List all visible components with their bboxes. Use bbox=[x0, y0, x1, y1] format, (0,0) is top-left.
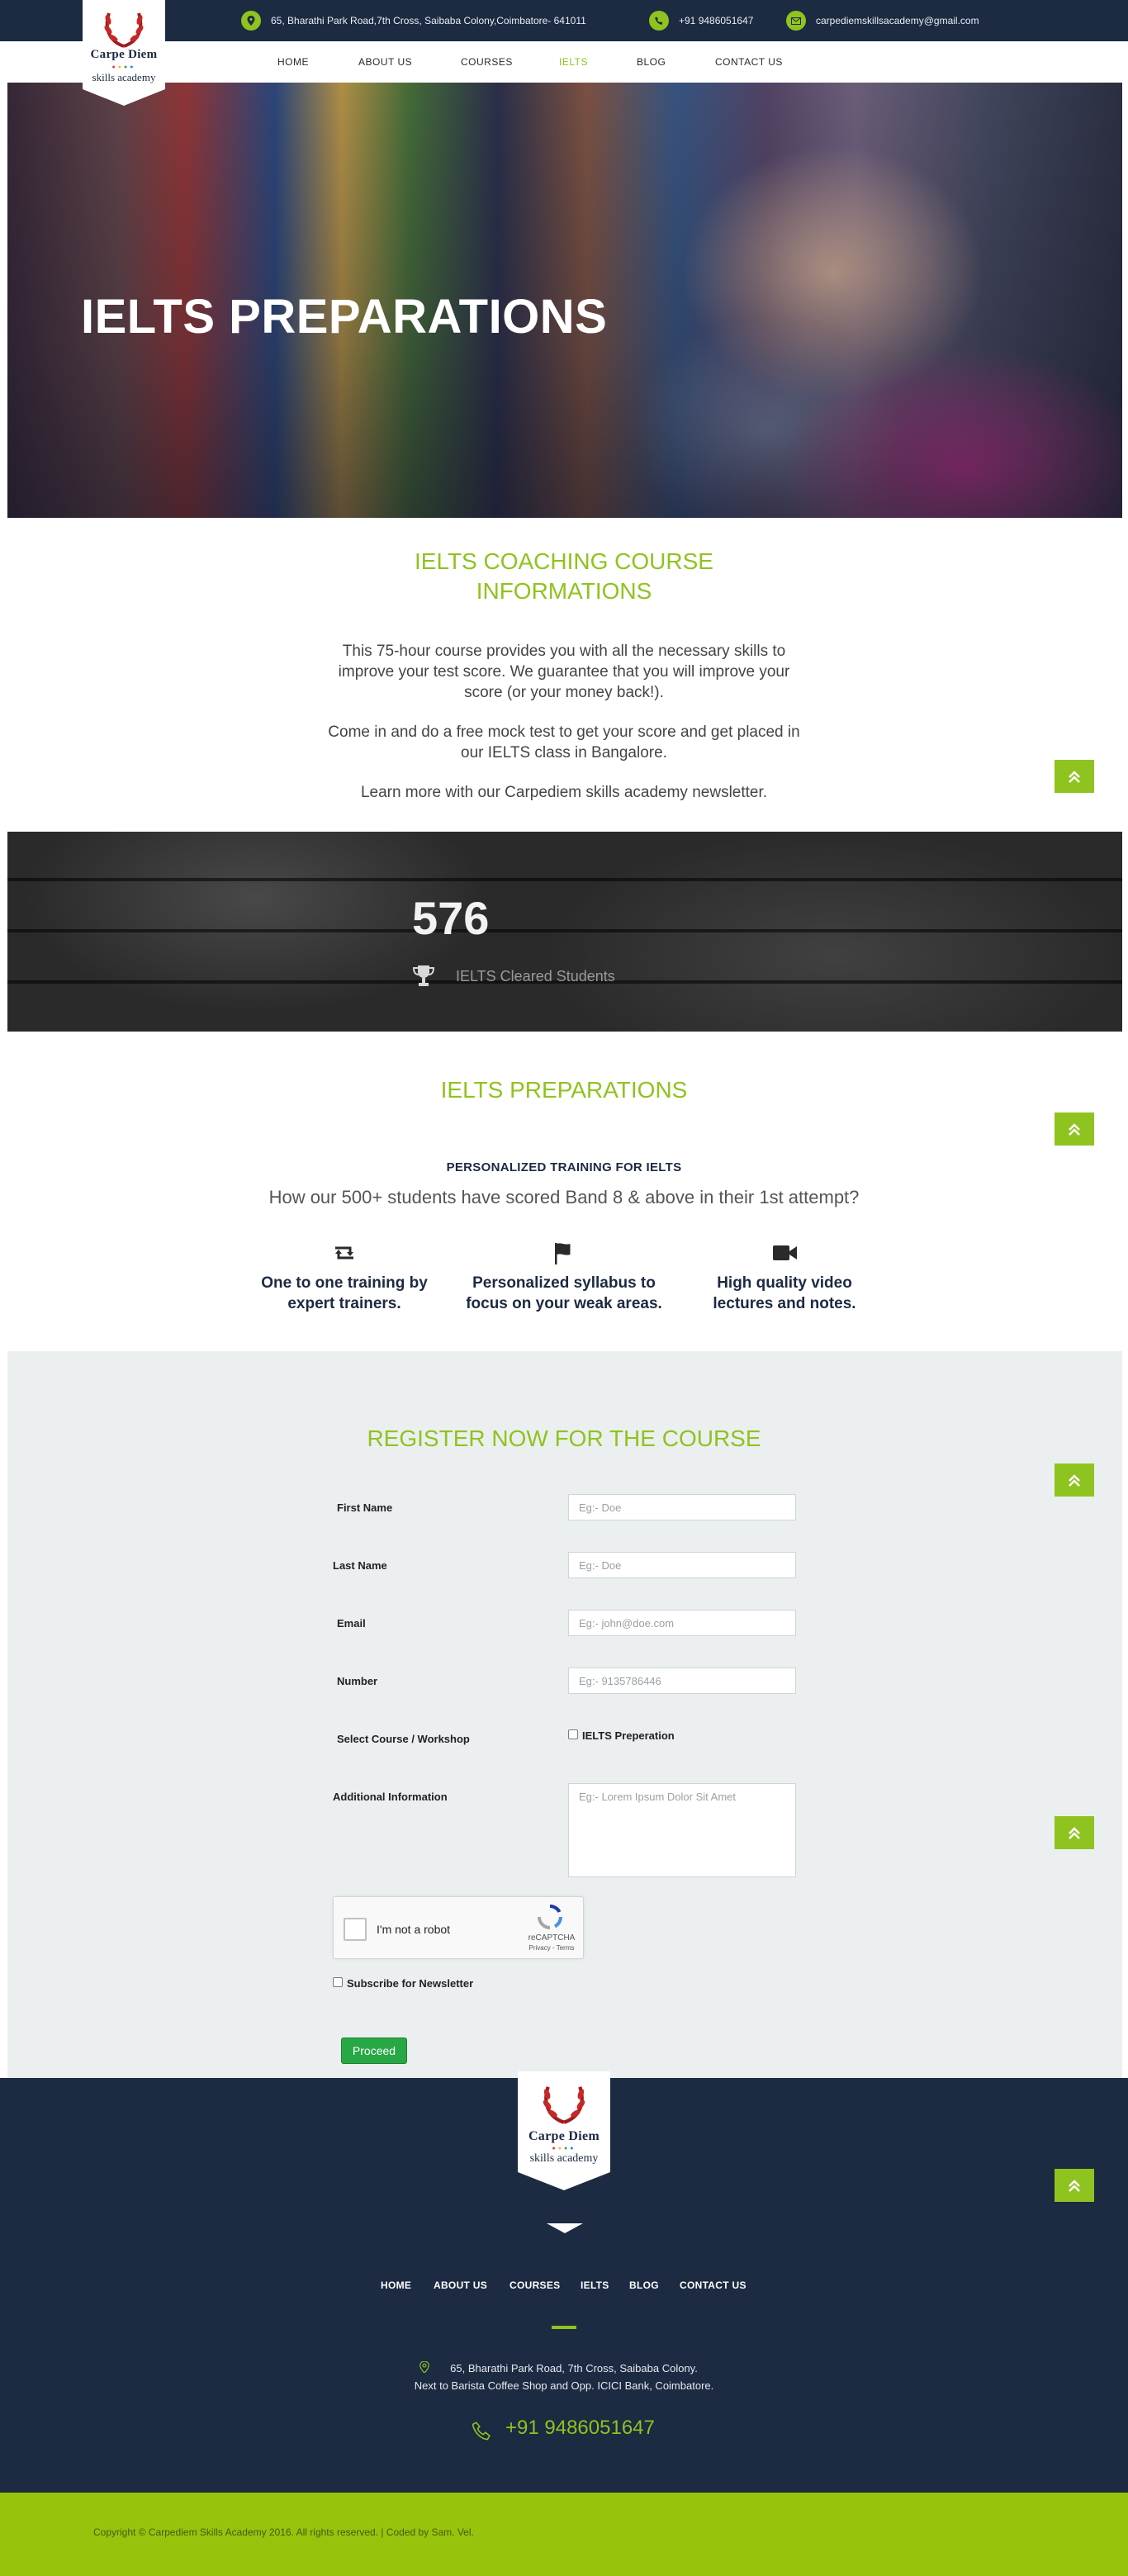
laurel-icon bbox=[543, 2086, 585, 2124]
copyright-bar: Copyright © Carpediem Skills Academy 201… bbox=[0, 2493, 1128, 2576]
course-select-label: Select Course / Workshop bbox=[337, 1733, 470, 1745]
scroll-to-top-button[interactable] bbox=[1055, 1464, 1094, 1497]
number-label: Number bbox=[337, 1675, 378, 1687]
students-counter: 576 IELTS Cleared Students bbox=[7, 832, 1122, 1032]
preparations-question: How our 500+ students have scored Band 8… bbox=[268, 1187, 860, 1207]
nav-blog[interactable]: BLOG bbox=[637, 41, 666, 83]
email-icon bbox=[786, 11, 806, 31]
site-logo[interactable]: Carpe Diem ●●●● skills academy bbox=[83, 0, 165, 106]
footer-nav-courses[interactable]: COURSES bbox=[509, 2277, 560, 2294]
double-chevron-up-icon bbox=[1069, 1827, 1080, 1839]
feature-text: One to one training by expert trainers. bbox=[261, 1274, 428, 1312]
footer-accent-bar bbox=[552, 2326, 576, 2329]
last-name-input[interactable] bbox=[568, 1552, 796, 1578]
course-info-paragraph-2: Come in and do a free mock test to get y… bbox=[328, 723, 800, 761]
nav-contact-us[interactable]: CONTACT US bbox=[715, 41, 783, 83]
counter-label: IELTS Cleared Students bbox=[456, 968, 615, 984]
footer-nav-about-us[interactable]: ABOUT US bbox=[434, 2277, 487, 2294]
additional-info-label: Additional Information bbox=[333, 1791, 448, 1803]
footer-nav-contact-us[interactable]: CONTACT US bbox=[680, 2277, 746, 2294]
scroll-to-top-button[interactable] bbox=[1055, 2169, 1094, 2202]
course-info-paragraph-3: Learn more with our Carpediem skills aca… bbox=[360, 784, 768, 801]
address-text: 65, Bharathi Park Road,7th Cross, Saibab… bbox=[271, 15, 586, 26]
scroll-to-top-button[interactable] bbox=[1055, 1112, 1094, 1146]
first-name-input[interactable] bbox=[568, 1494, 796, 1520]
footer-logo[interactable]: Carpe Diem ●●●● skills academy bbox=[518, 2071, 610, 2191]
logo-dots: ●●●● bbox=[552, 2146, 576, 2151]
top-info-bar: 65, Bharathi Park Road,7th Cross, Saibab… bbox=[0, 0, 1128, 41]
email-input[interactable] bbox=[568, 1610, 796, 1636]
footer-divider-arrow bbox=[547, 2223, 583, 2233]
feature-personalized-syllabus: Personalized syllabus to focus on your w… bbox=[465, 1241, 663, 1314]
logo-title: Carpe Diem bbox=[528, 2129, 600, 2143]
hero-banner: IELTS PREPARATIONS bbox=[7, 83, 1122, 518]
copyright-text: Copyright © Carpediem Skills Academy 201… bbox=[93, 2526, 474, 2538]
laurel-icon bbox=[104, 12, 144, 48]
course-info-title: IELTS COACHING COURSE INFORMATIONS bbox=[415, 548, 713, 604]
phone-icon bbox=[472, 2422, 491, 2441]
video-camera-icon bbox=[773, 1245, 797, 1260]
topbar-email[interactable]: carpediemskillsacademy@gmail.com bbox=[786, 0, 979, 41]
nav-about-us[interactable]: ABOUT US bbox=[358, 41, 412, 83]
logo-subtitle: skills academy bbox=[92, 71, 156, 83]
ielts-preparation-option: IELTS Preperation bbox=[582, 1729, 675, 1742]
footer-address-line-1: 65, Bharathi Park Road, 7th Cross, Saiba… bbox=[450, 2362, 698, 2374]
logo-dots: ●●●● bbox=[111, 64, 136, 70]
register-section bbox=[7, 1351, 1122, 2078]
nav-home[interactable]: HOME bbox=[277, 41, 309, 83]
first-name-label: First Name bbox=[337, 1501, 393, 1514]
logo-subtitle: skills academy bbox=[529, 2152, 599, 2165]
proceed-button[interactable]: Proceed bbox=[341, 2038, 407, 2064]
recaptcha-logo-icon bbox=[538, 1905, 562, 1929]
double-chevron-up-icon bbox=[1069, 1123, 1080, 1136]
newsletter-checkbox[interactable] bbox=[333, 1977, 343, 1987]
phone-icon bbox=[649, 11, 669, 31]
flag-icon bbox=[555, 1243, 571, 1264]
preparations-title: IELTS PREPARATIONS bbox=[440, 1077, 688, 1103]
topbar-address: 65, Bharathi Park Road,7th Cross, Saibab… bbox=[241, 0, 586, 41]
course-info-paragraph-1: This 75-hour course provides you with al… bbox=[338, 643, 790, 701]
feature-text: High quality video lectures and notes. bbox=[713, 1274, 856, 1312]
feature-video-lectures: High quality video lectures and notes. bbox=[685, 1241, 884, 1314]
hero-title: IELTS PREPARATIONS bbox=[81, 290, 608, 344]
feature-one-to-one: One to one training by expert trainers. bbox=[245, 1241, 443, 1314]
scroll-to-top-button[interactable] bbox=[1055, 1816, 1094, 1849]
nav-ielts[interactable]: IELTS bbox=[559, 41, 588, 83]
topbar-phone[interactable]: +91 9486051647 bbox=[649, 0, 753, 41]
last-name-label: Last Name bbox=[333, 1559, 387, 1572]
counter-value: 576 bbox=[412, 892, 490, 944]
logo-title: Carpe Diem bbox=[90, 48, 158, 61]
double-chevron-up-icon bbox=[1069, 2180, 1080, 2192]
footer-nav-blog[interactable]: BLOG bbox=[629, 2277, 659, 2294]
recaptcha-links[interactable]: Privacy - Terms bbox=[525, 1944, 578, 1952]
ielts-preparation-checkbox[interactable] bbox=[568, 1729, 578, 1739]
recaptcha-widget: I'm not a robot reCAPTCHA Privacy - Term… bbox=[333, 1896, 584, 1959]
newsletter-label: Subscribe for Newsletter bbox=[347, 1977, 474, 1990]
number-input[interactable] bbox=[568, 1668, 796, 1694]
location-icon bbox=[241, 11, 261, 31]
double-chevron-up-icon bbox=[1069, 771, 1080, 783]
recaptcha-brand: reCAPTCHA bbox=[528, 1933, 576, 1943]
nav-courses[interactable]: COURSES bbox=[461, 41, 513, 83]
footer-address-line-2: Next to Barista Coffee Shop and Opp. ICI… bbox=[414, 2379, 714, 2392]
additional-info-textarea[interactable] bbox=[568, 1783, 796, 1877]
double-chevron-up-icon bbox=[1069, 1474, 1080, 1487]
footer-phone[interactable]: +91 9486051647 bbox=[505, 2417, 655, 2440]
recaptcha-label: I'm not a robot bbox=[377, 1923, 451, 1936]
email-text[interactable]: carpediemskillsacademy@gmail.com bbox=[816, 15, 979, 26]
scroll-to-top-button[interactable] bbox=[1055, 760, 1094, 793]
email-label: Email bbox=[337, 1617, 366, 1630]
retweet-icon bbox=[335, 1246, 353, 1260]
feature-text: Personalized syllabus to focus on your w… bbox=[466, 1274, 662, 1312]
phone-text[interactable]: +91 9486051647 bbox=[679, 15, 753, 26]
trophy-icon bbox=[412, 965, 435, 986]
recaptcha-checkbox[interactable] bbox=[344, 1918, 367, 1941]
main-nav: HOME ABOUT US COURSES IELTS BLOG CONTACT… bbox=[0, 41, 1128, 83]
footer-nav-ielts[interactable]: IELTS bbox=[581, 2277, 609, 2294]
register-title: REGISTER NOW FOR THE COURSE bbox=[367, 1426, 761, 1451]
footer-nav-home[interactable]: HOME bbox=[381, 2277, 411, 2294]
preparations-subtitle: PERSONALIZED TRAINING FOR IELTS bbox=[446, 1160, 682, 1174]
